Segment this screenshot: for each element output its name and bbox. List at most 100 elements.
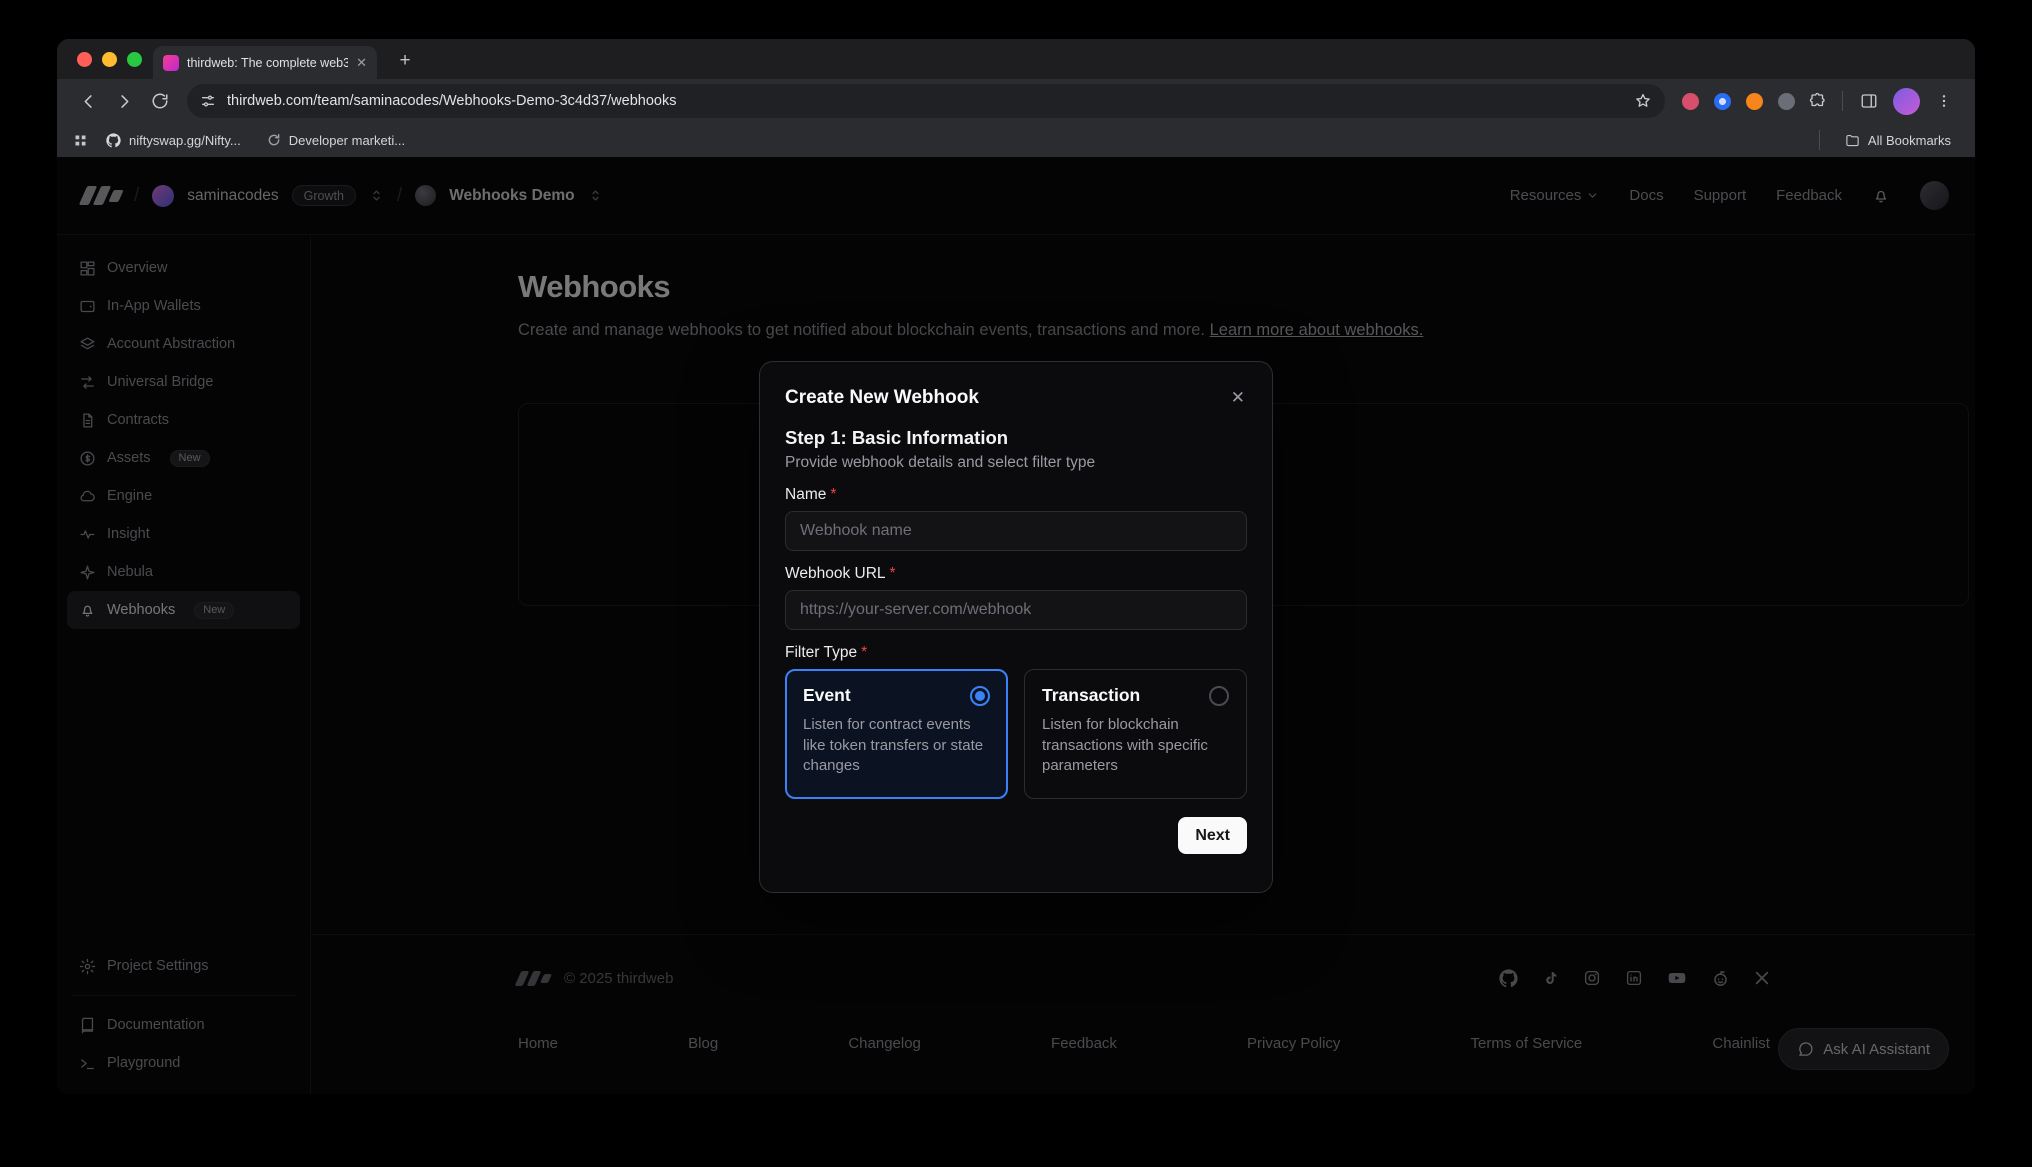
sidebar-item-label: In-App Wallets <box>107 298 201 314</box>
modal-title: Create New Webhook <box>785 387 979 409</box>
forward-button[interactable] <box>107 84 141 118</box>
project-switcher-icon[interactable] <box>588 188 603 203</box>
bookmark-item-niftyswap[interactable]: niftyswap.gg/Nifty... <box>98 130 249 151</box>
tab-close-icon[interactable]: ✕ <box>356 56 367 69</box>
close-icon[interactable]: ✕ <box>1229 387 1247 408</box>
browser-toolbar: thirdweb.com/team/saminacodes/Webhooks-D… <box>57 79 1975 123</box>
bookmark-item-developer[interactable]: Developer marketi... <box>259 130 413 151</box>
bookmarks-bar: niftyswap.gg/Nifty... Developer marketi.… <box>57 123 1975 157</box>
nav-link-docs[interactable]: Docs <box>1629 187 1663 204</box>
footer-link-changelog[interactable]: Changelog <box>848 1035 921 1052</box>
learn-more-link[interactable]: Learn more about webhooks. <box>1210 321 1424 339</box>
side-panel-icon[interactable] <box>1852 84 1886 118</box>
nav-link-support[interactable]: Support <box>1694 187 1747 204</box>
radio-button-transaction[interactable] <box>1209 686 1229 706</box>
webhook-name-input[interactable] <box>785 511 1247 551</box>
next-button[interactable]: Next <box>1178 817 1247 854</box>
sidebar-item-in-app-wallets[interactable]: In-App Wallets <box>67 287 300 325</box>
instagram-icon[interactable] <box>1583 969 1601 987</box>
close-window-button[interactable] <box>77 52 92 67</box>
sidebar-item-playground[interactable]: Playground <box>67 1044 300 1082</box>
sidebar-item-universal-bridge[interactable]: Universal Bridge <box>67 363 300 401</box>
new-badge: New <box>170 450 210 467</box>
sidebar-item-contracts[interactable]: Contracts <box>67 401 300 439</box>
sidebar-item-documentation[interactable]: Documentation <box>67 1006 300 1044</box>
sidebar-item-account-abstraction[interactable]: Account Abstraction <box>67 325 300 363</box>
sidebar-item-project-settings[interactable]: Project Settings <box>67 947 300 985</box>
sidebar-item-nebula[interactable]: Nebula <box>67 553 300 591</box>
maximize-window-button[interactable] <box>127 52 142 67</box>
webhook-url-label: Webhook URL* <box>785 565 1247 583</box>
coin-icon <box>79 450 96 467</box>
linkedin-icon[interactable] <box>1625 969 1643 987</box>
nav-link-resources[interactable]: Resources <box>1510 187 1600 204</box>
team-name[interactable]: saminacodes <box>187 187 278 205</box>
extension-icon-4[interactable] <box>1771 86 1801 116</box>
footer-link-privacy-policy[interactable]: Privacy Policy <box>1247 1035 1340 1052</box>
footer-link-blog[interactable]: Blog <box>688 1035 718 1052</box>
address-bar[interactable]: thirdweb.com/team/saminacodes/Webhooks-D… <box>187 84 1665 118</box>
sidebar-item-webhooks[interactable]: Webhooks New <box>67 591 300 629</box>
back-button[interactable] <box>71 84 105 118</box>
webhook-url-input[interactable] <box>785 590 1247 630</box>
extensions-puzzle-icon[interactable] <box>1803 86 1833 116</box>
sidebar-item-label: Insight <box>107 526 150 542</box>
x-icon[interactable] <box>1754 970 1770 986</box>
footer-link-feedback[interactable]: Feedback <box>1051 1035 1117 1052</box>
project-avatar[interactable] <box>415 185 436 206</box>
step-subtitle: Provide webhook details and select filte… <box>785 454 1247 472</box>
youtube-icon[interactable] <box>1667 968 1687 988</box>
filter-option-event[interactable]: Event Listen for contract events like to… <box>785 669 1008 799</box>
browser-tab[interactable]: thirdweb: The complete web3... ✕ <box>153 46 377 79</box>
tune-icon[interactable] <box>200 93 216 109</box>
apps-grid-icon[interactable] <box>73 133 88 148</box>
new-tab-button[interactable]: + <box>391 47 419 75</box>
gear-icon <box>79 958 96 975</box>
page-subtitle-text: Create and manage webhooks to get notifi… <box>518 321 1205 339</box>
footer-link-chainlist[interactable]: Chainlist <box>1712 1035 1770 1052</box>
thirdweb-logo[interactable] <box>83 186 121 205</box>
tiktok-icon[interactable] <box>1542 970 1559 987</box>
browser-menu-icon[interactable] <box>1927 84 1961 118</box>
filter-option-title: Transaction <box>1042 685 1140 706</box>
all-bookmarks-button[interactable]: All Bookmarks <box>1837 130 1959 151</box>
create-webhook-modal: Create New Webhook ✕ Step 1: Basic Infor… <box>759 361 1273 893</box>
url-text[interactable]: thirdweb.com/team/saminacodes/Webhooks-D… <box>227 93 1623 109</box>
extension-icon-1[interactable] <box>1675 86 1705 116</box>
filter-option-transaction[interactable]: Transaction Listen for blockchain transa… <box>1024 669 1247 799</box>
sidebar-item-label: Playground <box>107 1055 180 1071</box>
sparkle-icon <box>79 564 96 581</box>
bell-icon <box>79 602 96 619</box>
project-name[interactable]: Webhooks Demo <box>449 187 574 205</box>
step-title: Step 1: Basic Information <box>785 427 1247 449</box>
user-avatar[interactable] <box>1920 181 1949 210</box>
chevron-down-icon <box>1586 189 1599 202</box>
plan-badge: Growth <box>292 185 356 206</box>
sidebar-item-label: Documentation <box>107 1017 205 1033</box>
radio-button-event[interactable] <box>970 686 990 706</box>
bridge-icon <box>79 374 96 391</box>
github-icon[interactable] <box>1499 969 1518 988</box>
team-switcher-icon[interactable] <box>369 188 384 203</box>
sidebar-item-assets[interactable]: Assets New <box>67 439 300 477</box>
minimize-window-button[interactable] <box>102 52 117 67</box>
nav-link-feedback[interactable]: Feedback <box>1776 187 1842 204</box>
sidebar-item-engine[interactable]: Engine <box>67 477 300 515</box>
sidebar-item-label: Engine <box>107 488 152 504</box>
ask-ai-assistant-label: Ask AI Assistant <box>1823 1041 1930 1058</box>
team-avatar[interactable] <box>152 185 174 207</box>
ask-ai-assistant-button[interactable]: Ask AI Assistant <box>1778 1028 1949 1070</box>
filter-type-label: Filter Type* <box>785 644 1247 662</box>
extension-icon-3[interactable] <box>1739 86 1769 116</box>
notifications-bell-icon[interactable] <box>1872 187 1890 205</box>
sidebar-item-overview[interactable]: Overview <box>67 249 300 287</box>
footer-link-terms-of-service[interactable]: Terms of Service <box>1471 1035 1583 1052</box>
sidebar-item-insight[interactable]: Insight <box>67 515 300 553</box>
reload-button[interactable] <box>143 84 177 118</box>
browser-profile-avatar[interactable] <box>1893 88 1920 115</box>
bookmark-star-icon[interactable] <box>1634 92 1652 110</box>
reddit-icon[interactable] <box>1711 969 1730 988</box>
pulse-icon <box>79 526 96 543</box>
extension-icon-2[interactable] <box>1707 86 1737 116</box>
footer-link-home[interactable]: Home <box>518 1035 558 1052</box>
